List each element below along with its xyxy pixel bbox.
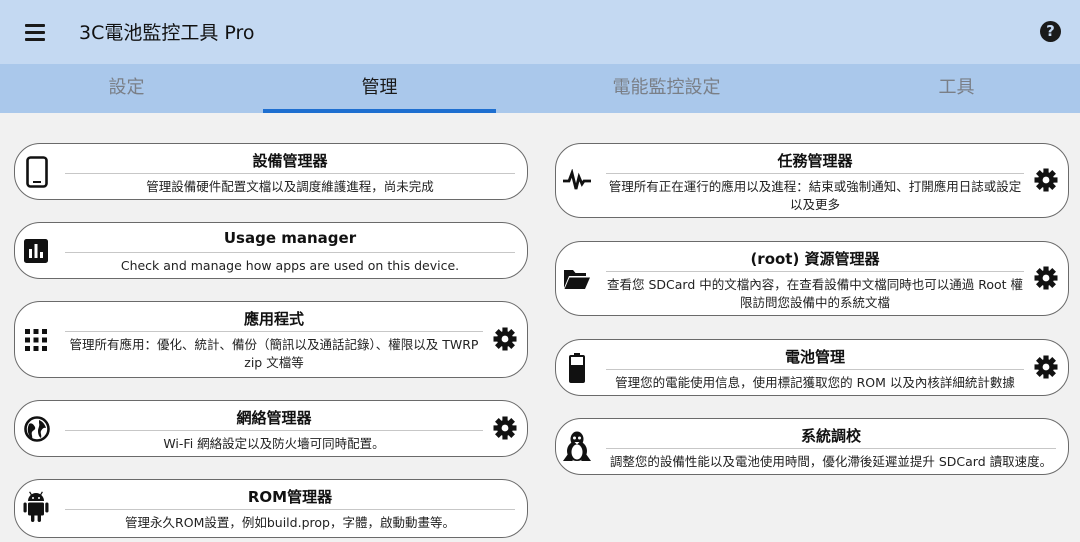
card-description: 管理永久ROM設置，例如build.prop，字體，啟動動畫等。 (125, 515, 455, 530)
divider (606, 173, 1024, 174)
divider (65, 509, 515, 510)
divider (65, 173, 515, 174)
battery-manager-card[interactable]: 電池管理 管理您的電能使用信息，使用標記獲取您的 ROM 以及內核詳細統計數據 (555, 339, 1069, 396)
folder-open-icon (564, 270, 590, 289)
card-title: 電池管理 (784, 348, 845, 366)
card-description: 管理您的電能使用信息，使用標記獲取您的 ROM 以及內核詳細統計數據 (615, 375, 1015, 390)
card-description: Wi-Fi 網絡設定以及防火墻可同時配置。 (163, 436, 385, 451)
app-manager-card[interactable]: 應用程式 管理所有應用：優化、統計、備份（簡訊以及通話記錄）、權限以及 TWRP… (14, 301, 528, 378)
card-title: 系統調校 (800, 427, 861, 445)
pulse-icon (563, 169, 591, 190)
card-description: 管理設備硬件配置文檔以及調度維護進程，尚未完成 (146, 179, 434, 194)
card-description: 查看您 SDCard 中的文檔內容，在查看設備中文檔同時也可以通過 Root 權… (606, 277, 1024, 310)
active-tab-indicator (263, 109, 496, 113)
tab-power-monitor-settings[interactable]: 電能監控設定 (550, 64, 783, 113)
card-title: 網絡管理器 (236, 409, 312, 427)
help-icon[interactable]: ? (1040, 21, 1061, 42)
card-description: 管理所有正在運行的應用以及進程：結束或強制通知、打開應用日誌或設定以及更多 (608, 179, 1022, 212)
gear-icon[interactable] (493, 416, 517, 440)
divider (65, 430, 483, 431)
card-title: ROM管理器 (247, 488, 333, 506)
tab-management[interactable]: 管理 (263, 64, 496, 113)
rom-manager-card[interactable]: ROM管理器 管理永久ROM設置，例如build.prop，字體，啟動動畫等。 (14, 479, 528, 538)
card-description: Check and manage how apps are used on th… (120, 258, 460, 273)
device-manager-card[interactable]: 設備管理器 管理設備硬件配置文檔以及調度維護進程，尚未完成 (14, 143, 528, 200)
usage-manager-card[interactable]: Usage manager Check and manage how apps … (14, 222, 528, 279)
card-description: 調整您的設備性能以及電池使用時間，優化滯後延遲並提升 SDCard 讀取速度。 (609, 454, 1053, 469)
card-title: Usage manager (223, 229, 357, 247)
gear-icon[interactable] (493, 327, 517, 351)
tab-settings[interactable]: 設定 (10, 64, 243, 113)
android-icon (23, 491, 49, 522)
system-tuner-card[interactable]: 系統調校 調整您的設備性能以及電池使用時間，優化滯後延遲並提升 SDCard 讀… (555, 418, 1069, 475)
tab-bar: 設定 管理 電能監控設定 工具 (0, 64, 1080, 113)
divider (606, 369, 1024, 370)
divider (606, 448, 1056, 449)
card-description: 管理所有應用：優化、統計、備份（簡訊以及通話記錄）、權限以及 TWRP zip … (69, 337, 479, 370)
divider (606, 271, 1024, 272)
card-title: 設備管理器 (252, 152, 328, 170)
menu-icon[interactable] (22, 19, 48, 45)
divider (65, 252, 515, 253)
globe-icon (24, 416, 50, 442)
app-bar: 3C電池監控工具 Pro ? (0, 0, 1080, 64)
divider (65, 331, 483, 332)
apps-grid-icon (25, 329, 47, 351)
gear-icon[interactable] (1034, 168, 1058, 192)
card-title: 任務管理器 (777, 152, 853, 170)
gear-icon[interactable] (1034, 266, 1058, 290)
phone-icon (26, 156, 48, 188)
card-title: 應用程式 (243, 310, 304, 328)
battery-icon (569, 353, 585, 383)
root-explorer-card[interactable]: (root) 資源管理器 查看您 SDCard 中的文檔內容，在查看設備中文檔同… (555, 241, 1069, 316)
network-manager-card[interactable]: 網絡管理器 Wi-Fi 網絡設定以及防火墻可同時配置。 (14, 400, 528, 457)
app-title: 3C電池監控工具 Pro (79, 22, 255, 44)
gear-icon[interactable] (1034, 355, 1058, 379)
tab-tools[interactable]: 工具 (840, 64, 1073, 113)
linux-penguin-icon (563, 431, 591, 461)
task-manager-card[interactable]: 任務管理器 管理所有正在運行的應用以及進程：結束或強制通知、打開應用日誌或設定以… (555, 143, 1069, 218)
card-title: (root) 資源管理器 (750, 250, 880, 268)
bar-chart-icon (24, 239, 48, 263)
